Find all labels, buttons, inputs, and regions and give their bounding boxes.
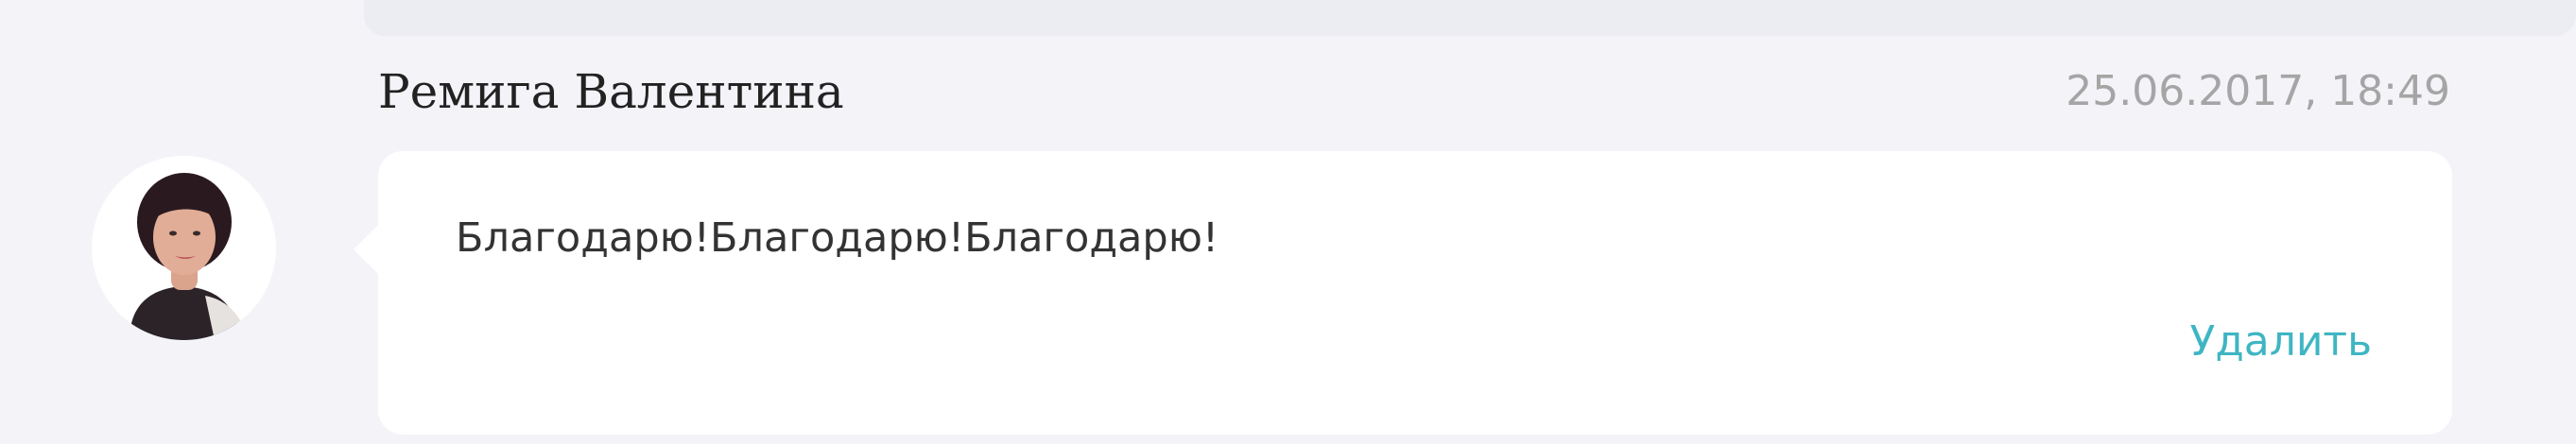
user-photo-icon: [92, 156, 276, 340]
comment-text: Благодарю!Благодарю!Благодарю!: [456, 214, 1219, 262]
delete-comment-link[interactable]: Удалить: [2190, 314, 2372, 370]
comment-bubble: Благодарю!Благодарю!Благодарю! Удалить: [354, 151, 2452, 435]
comment-author: Ремига Валентина: [378, 64, 844, 119]
previous-comment-bubble: [364, 0, 2576, 36]
avatar: [92, 156, 276, 340]
comment-timestamp: 25.06.2017, 18:49: [2066, 67, 2450, 115]
